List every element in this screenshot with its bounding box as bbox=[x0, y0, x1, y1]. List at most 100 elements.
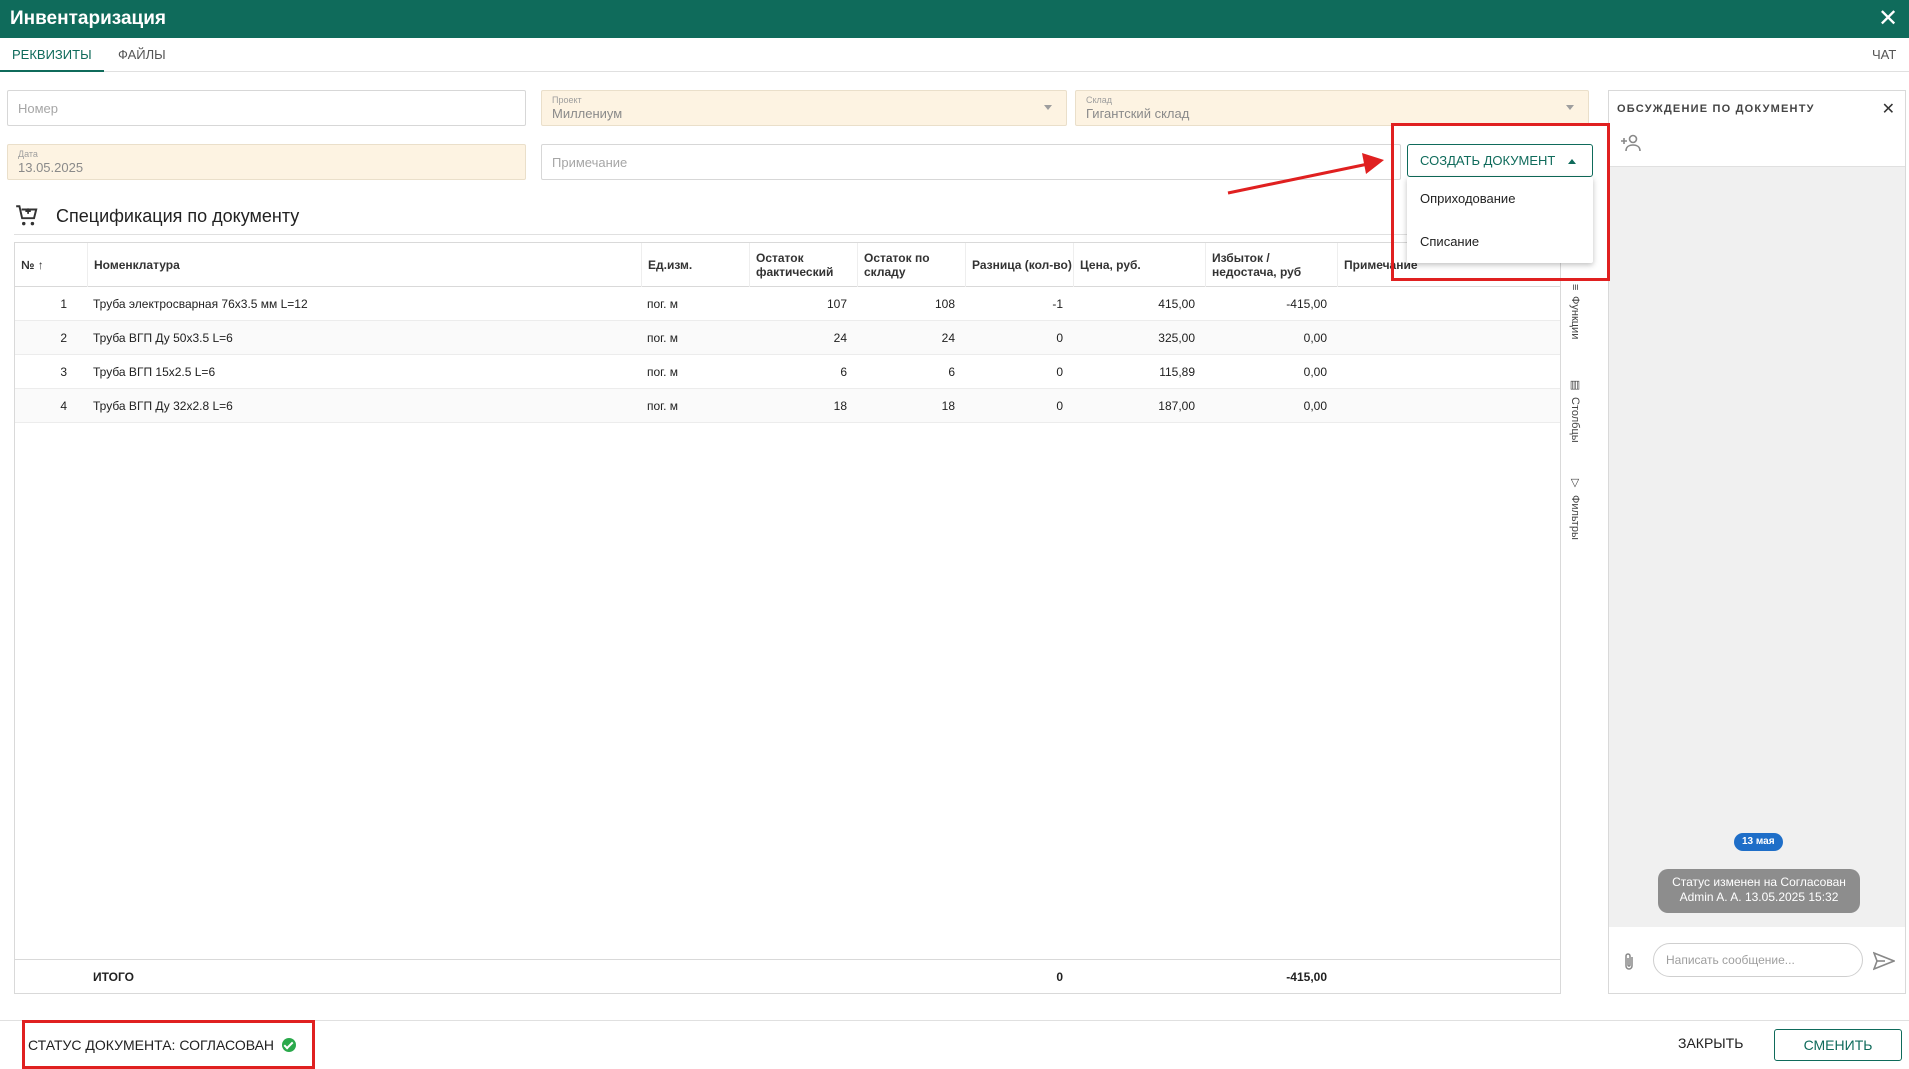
cell-number: 1 bbox=[60, 297, 67, 311]
attach-icon[interactable] bbox=[1621, 951, 1637, 973]
cell-price: 187,00 bbox=[1158, 399, 1195, 413]
cell-stock: 108 bbox=[934, 297, 955, 311]
tab-files[interactable]: ФАЙЛЫ bbox=[106, 38, 178, 72]
chat-header: ОБСУЖДЕНИЕ ПО ДОКУМЕНТУ ✕ bbox=[1609, 91, 1905, 167]
columns-label: Столбцы bbox=[1569, 397, 1581, 443]
tab-bar: РЕКВИЗИТЫ ФАЙЛЫ ЧАТ bbox=[0, 38, 1909, 72]
cell-name: Труба ВГП Ду 32х2.8 L=6 bbox=[93, 399, 233, 413]
cell-diff: 0 bbox=[1056, 365, 1063, 379]
cell-fact: 24 bbox=[833, 331, 847, 345]
menu-icon: ≡ bbox=[1569, 284, 1581, 291]
column-header-number[interactable]: № ↑ bbox=[15, 243, 87, 287]
message-text: Статус изменен на Согласован bbox=[1672, 875, 1846, 889]
cart-icon bbox=[16, 205, 38, 226]
total-delta: -415,00 bbox=[1286, 970, 1327, 984]
warehouse-select[interactable]: Склад Гигантский склад bbox=[1075, 90, 1589, 126]
cell-stock: 18 bbox=[941, 399, 955, 413]
column-header-fact[interactable]: Остаток фактический bbox=[749, 243, 857, 287]
send-icon[interactable] bbox=[1873, 951, 1895, 971]
cell-name: Труба ВГП Ду 50х3.5 L=6 bbox=[93, 331, 233, 345]
spec-title: Спецификация по документу bbox=[56, 205, 300, 226]
column-header-delta[interactable]: Избыток / недостача, руб bbox=[1205, 243, 1337, 287]
total-diff: 0 bbox=[1056, 970, 1063, 984]
status-text: СТАТУС ДОКУМЕНТА: СОГЛАСОВАН bbox=[28, 1037, 275, 1053]
columns-icon: ▥ bbox=[1568, 378, 1581, 391]
functions-label: Функции bbox=[1569, 296, 1581, 340]
document-status: СТАТУС ДОКУМЕНТА: СОГЛАСОВАН bbox=[28, 1037, 297, 1053]
cell-fact: 18 bbox=[833, 399, 847, 413]
cell-diff: 0 bbox=[1056, 331, 1063, 345]
cell-number: 2 bbox=[60, 331, 67, 345]
chat-compose: Написать сообщение... bbox=[1609, 927, 1905, 993]
cell-delta: 0,00 bbox=[1303, 399, 1327, 413]
cell-price: 415,00 bbox=[1158, 297, 1195, 311]
cell-unit: пог. м bbox=[647, 399, 679, 413]
cell-unit: пог. м bbox=[647, 297, 679, 311]
window-title: Инвентаризация bbox=[10, 8, 166, 29]
cell-diff: 0 bbox=[1056, 399, 1063, 413]
filters-label: Фильтры bbox=[1569, 495, 1581, 540]
cell-name: Труба ВГП 15х2.5 L=6 bbox=[93, 365, 216, 379]
column-header-unit[interactable]: Ед.изм. bbox=[641, 243, 749, 287]
system-message: Статус изменен на Согласован Admin A. A.… bbox=[1658, 869, 1860, 913]
date-label: Дата bbox=[18, 149, 38, 159]
filters-tool[interactable]: ▽ Фильтры bbox=[1565, 476, 1585, 540]
date-badge: 13 мая bbox=[1734, 833, 1783, 851]
close-icon[interactable]: ✕ bbox=[1882, 99, 1895, 119]
column-header-diff[interactable]: Разница (кол-во) bbox=[965, 243, 1073, 287]
table-row[interactable]: 1 Труба электросварная 76х3.5 мм L=12 по… bbox=[15, 287, 1561, 321]
chevron-up-icon bbox=[1568, 159, 1576, 164]
columns-tool[interactable]: ▥ Столбцы bbox=[1565, 378, 1585, 443]
cell-stock: 24 bbox=[941, 331, 955, 345]
table-row[interactable]: 2 Труба ВГП Ду 50х3.5 L=6 пог. м 24 24 0… bbox=[15, 321, 1561, 355]
table-row[interactable]: 4 Труба ВГП Ду 32х2.8 L=6 пог. м 18 18 0… bbox=[15, 389, 1561, 423]
project-value: Миллениум bbox=[552, 106, 623, 121]
table-header: № ↑ Номенклатура Ед.изм. Остаток фактиче… bbox=[15, 243, 1561, 287]
warehouse-label: Склад bbox=[1086, 95, 1113, 105]
column-header-name[interactable]: Номенклатура bbox=[87, 243, 641, 287]
create-document-label: СОЗДАТЬ ДОКУМЕНТ bbox=[1420, 153, 1556, 168]
chevron-down-icon bbox=[1044, 105, 1052, 110]
inventory-window: Инвентаризация ✕ РЕКВИЗИТЫ ФАЙЛЫ ЧАТ Ном… bbox=[0, 0, 1909, 1069]
bottom-bar: СТАТУС ДОКУМЕНТА: СОГЛАСОВАН ЗАКРЫТЬ СМЕ… bbox=[0, 1020, 1909, 1069]
column-header-price[interactable]: Цена, руб. bbox=[1073, 243, 1205, 287]
note-placeholder: Примечание bbox=[552, 155, 628, 170]
menu-item-writeoff[interactable]: Списание bbox=[1407, 220, 1593, 263]
project-select[interactable]: Проект Миллениум bbox=[541, 90, 1067, 126]
date-value: 13.05.2025 bbox=[18, 160, 84, 175]
chat-panel: ОБСУЖДЕНИЕ ПО ДОКУМЕНТУ ✕ 13 мая Статус … bbox=[1608, 90, 1906, 994]
close-button[interactable]: ЗАКРЫТЬ bbox=[1678, 1035, 1743, 1051]
create-document-button[interactable]: СОЗДАТЬ ДОКУМЕНТ bbox=[1407, 144, 1593, 177]
cell-name: Труба электросварная 76х3.5 мм L=12 bbox=[93, 297, 308, 311]
divider bbox=[14, 234, 1586, 235]
grid-tool-strip: ≡ Функции ▥ Столбцы ▽ Фильтры bbox=[1560, 242, 1588, 994]
tab-requisites[interactable]: РЕКВИЗИТЫ bbox=[0, 38, 104, 72]
menu-item-receipt[interactable]: Оприходование bbox=[1407, 177, 1593, 220]
cell-number: 4 bbox=[60, 399, 67, 413]
cell-number: 3 bbox=[60, 365, 67, 379]
change-status-button[interactable]: СМЕНИТЬ СТАТУС bbox=[1774, 1029, 1902, 1069]
close-icon[interactable]: ✕ bbox=[1875, 6, 1901, 32]
column-header-stock[interactable]: Остаток по складу bbox=[857, 243, 965, 287]
check-circle-icon bbox=[282, 1038, 297, 1052]
tab-chat[interactable]: ЧАТ bbox=[1860, 38, 1908, 72]
title-bar: Инвентаризация ✕ bbox=[0, 0, 1909, 38]
cell-delta: 0,00 bbox=[1303, 331, 1327, 345]
filter-icon: ▽ bbox=[1568, 476, 1581, 489]
cell-diff: -1 bbox=[1052, 297, 1063, 311]
add-user-icon[interactable] bbox=[1619, 133, 1643, 153]
chat-title: ОБСУЖДЕНИЕ ПО ДОКУМЕНТУ bbox=[1617, 103, 1815, 115]
number-placeholder: Номер bbox=[18, 101, 59, 116]
chevron-down-icon bbox=[1566, 105, 1574, 110]
message-input[interactable]: Написать сообщение... bbox=[1653, 943, 1863, 977]
table-row[interactable]: 3 Труба ВГП 15х2.5 L=6 пог. м 6 6 0 115,… bbox=[15, 355, 1561, 389]
cell-unit: пог. м bbox=[647, 331, 679, 345]
number-field[interactable]: Номер bbox=[7, 90, 526, 126]
note-field[interactable]: Примечание bbox=[541, 144, 1401, 180]
spec-header: Спецификация по документу bbox=[14, 200, 299, 232]
cell-delta: 0,00 bbox=[1303, 365, 1327, 379]
chat-messages: 13 мая Статус изменен на Согласован Admi… bbox=[1609, 167, 1905, 927]
date-field[interactable]: Дата 13.05.2025 bbox=[7, 144, 526, 180]
project-label: Проект bbox=[552, 95, 582, 105]
functions-tool[interactable]: ≡ Функции bbox=[1565, 284, 1585, 340]
